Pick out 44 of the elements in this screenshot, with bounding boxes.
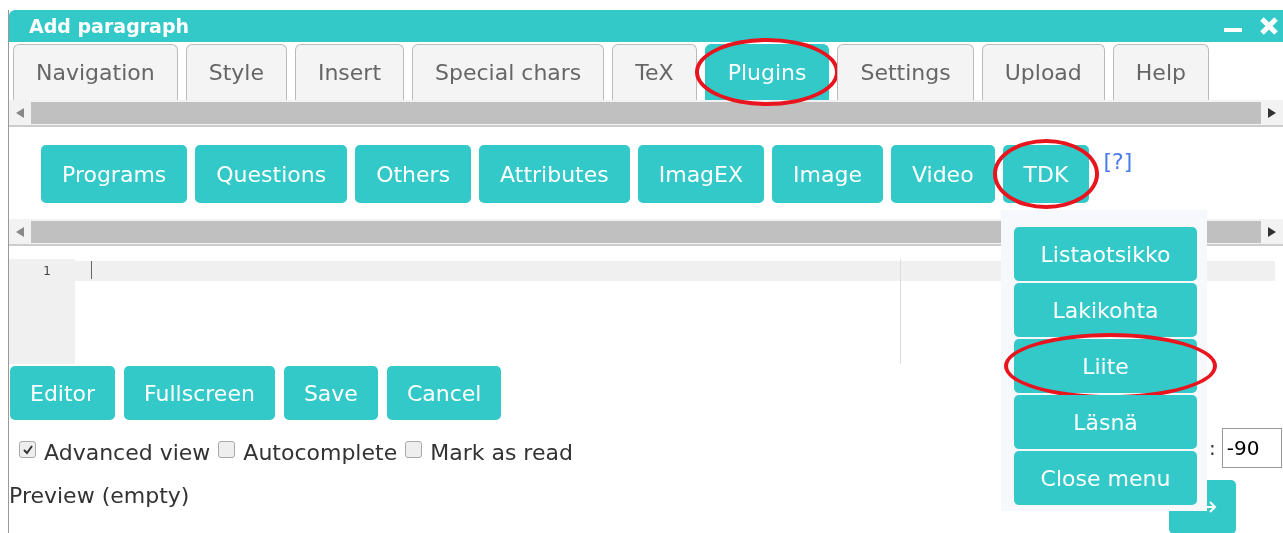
checkbox-label: Advanced view [44, 440, 211, 465]
plugin-button[interactable]: Questions [195, 145, 348, 203]
plugin-button[interactable]: Others [355, 145, 472, 203]
checkbox-label: Mark as read [430, 440, 573, 465]
field-label: : [1209, 436, 1216, 460]
input-field[interactable]: -90 [1221, 428, 1282, 468]
plugin-button[interactable]: Video [890, 145, 995, 203]
plugin-button[interactable]: ImagEX [637, 145, 765, 203]
tab[interactable]: Navigation [13, 44, 178, 100]
checkbox[interactable] [19, 441, 36, 458]
help-link[interactable]: [?] [1103, 149, 1133, 174]
menu-item[interactable]: Close menu [1014, 451, 1197, 505]
tab[interactable]: TeX [612, 44, 697, 100]
menu-item[interactable]: Liite [1014, 339, 1197, 393]
plugin-button[interactable]: Image [772, 145, 883, 203]
checkbox[interactable] [405, 441, 423, 458]
plugin-button[interactable]: TDK [1002, 145, 1090, 203]
preview-label: Preview (empty) [9, 483, 190, 508]
action-button[interactable]: Cancel [386, 366, 502, 420]
close-icon[interactable] [1259, 16, 1279, 36]
menu-item[interactable]: Listaotsikko [1014, 227, 1197, 281]
action-button[interactable]: Save [283, 366, 378, 420]
menu-item[interactable]: Lakikohta [1014, 283, 1197, 337]
scroll-right-icon[interactable] [1268, 107, 1276, 118]
plugin-button[interactable]: Programs [41, 145, 188, 203]
checkbox[interactable] [218, 441, 236, 458]
action-button[interactable]: Fullscreen [124, 366, 275, 420]
action-button[interactable]: Editor [10, 366, 116, 420]
scroll-left-icon[interactable] [16, 107, 24, 118]
tab[interactable]: Insert [294, 44, 405, 100]
tab[interactable]: Style [185, 44, 287, 100]
line-number: 1 [42, 263, 52, 280]
window-title: Add paragraph [29, 15, 190, 37]
plugin-button[interactable]: Attributes [479, 145, 630, 203]
scroll-left-icon[interactable] [16, 226, 24, 237]
tab[interactable]: Settings [837, 44, 974, 100]
tab[interactable]: Help [1112, 44, 1209, 100]
tab[interactable]: Special chars [412, 44, 605, 100]
menu-item[interactable]: Läsnä [1014, 395, 1197, 449]
tab[interactable]: Upload [981, 44, 1105, 100]
scroll-right-icon[interactable] [1268, 226, 1276, 237]
checkbox-label: Autocomplete [243, 440, 398, 465]
horizontal-scrollbar[interactable] [9, 100, 1283, 127]
tab[interactable]: Plugins [704, 44, 830, 100]
